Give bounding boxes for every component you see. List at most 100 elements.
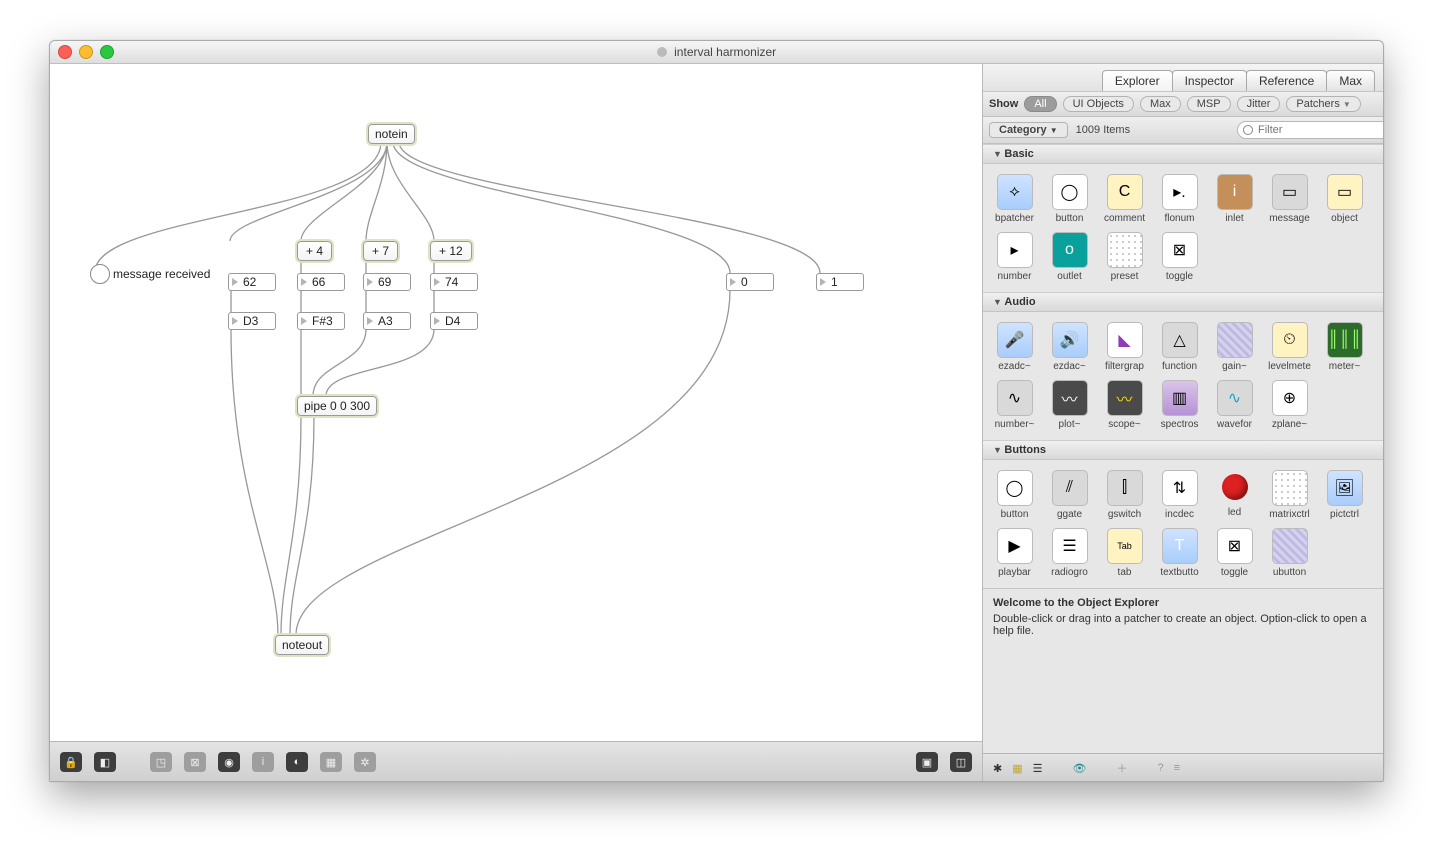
palette-message[interactable]: ▭message [1262, 174, 1317, 224]
palette-ubutton[interactable]: ubutton [1262, 528, 1317, 578]
palette-incdec[interactable]: ⇅incdec [1152, 470, 1207, 520]
palette-inlet[interactable]: iinlet [1207, 174, 1262, 224]
newview-icon[interactable]: ◧ [94, 752, 116, 772]
object-pipe[interactable]: pipe 0 0 300 [297, 396, 377, 416]
numbox-plus4[interactable]: 66 [297, 273, 345, 291]
palette-comment[interactable]: Ccomment [1097, 174, 1152, 224]
palette-numbertilde[interactable]: ∿number~ [987, 380, 1042, 430]
palette-outlet[interactable]: ooutlet [1042, 232, 1097, 282]
palette-ggate[interactable]: ⫽ggate [1042, 470, 1097, 520]
object-noteout[interactable]: noteout [275, 635, 329, 655]
menu-icon[interactable]: ≡ [1174, 762, 1180, 774]
grid-view-icon[interactable]: ▦ [1012, 762, 1022, 775]
palette-toggle2[interactable]: ⊠toggle [1207, 528, 1262, 578]
section-basic-header[interactable]: Basic [983, 144, 1383, 164]
palette-preset[interactable]: preset [1097, 232, 1152, 282]
inspector-toggle-icon[interactable]: ◉ [218, 752, 240, 772]
tab-explorer[interactable]: Explorer [1102, 70, 1173, 91]
object-notein[interactable]: notein [368, 124, 415, 144]
palette-button[interactable]: ◯button [1042, 174, 1097, 224]
gear-icon[interactable]: ✱ [993, 762, 1002, 775]
palette-plot[interactable]: 〰plot~ [1042, 380, 1097, 430]
levelmeter-icon: ⏲ [1272, 322, 1308, 358]
presentation-icon[interactable]: ◳ [150, 752, 172, 772]
palette-toggle[interactable]: ⊠toggle [1152, 232, 1207, 282]
palette-object[interactable]: ▭object [1317, 174, 1372, 224]
tab-max[interactable]: Max [1326, 70, 1375, 91]
palette-zplane[interactable]: ⊕zplane~ [1262, 380, 1317, 430]
palette-playbar[interactable]: ▶playbar [987, 528, 1042, 578]
palette-gswitch[interactable]: ⫿gswitch [1097, 470, 1152, 520]
window-titlebar[interactable]: interval harmonizer [50, 41, 1383, 64]
view-single-icon[interactable]: ▣ [916, 752, 938, 772]
numbox-plus7[interactable]: 69 [363, 273, 411, 291]
traffic-lights [58, 45, 114, 59]
plus-icon[interactable]: ＋ [1116, 760, 1127, 776]
palette-flonum[interactable]: ▸.flonum [1152, 174, 1207, 224]
palette-textbutton[interactable]: Ttextbutto [1152, 528, 1207, 578]
patcher-canvas[interactable]: notein + 4 + 7 + 12 message received 62 … [50, 64, 982, 742]
show-patchers[interactable]: Patchers [1286, 96, 1360, 112]
numbox-velocity[interactable]: 0 [726, 273, 774, 291]
section-buttons-header[interactable]: Buttons [983, 440, 1383, 460]
close-icon[interactable] [58, 45, 72, 59]
show-ui-objects[interactable]: UI Objects [1063, 96, 1134, 112]
palette-ezadc[interactable]: 🎤ezadc~ [987, 322, 1042, 372]
numbox-value: 66 [312, 275, 325, 289]
calendar-icon[interactable]: ▦ [320, 752, 342, 772]
object-plus12[interactable]: + 12 [430, 241, 472, 261]
zoom-icon[interactable] [100, 45, 114, 59]
lock-icon[interactable]: 🔒 [60, 752, 82, 772]
eye-icon[interactable]: 👁 [1073, 762, 1087, 775]
palette-ezdac[interactable]: 🔊ezdac~ [1042, 322, 1097, 372]
object-plus7[interactable]: + 7 [363, 241, 398, 261]
info-icon[interactable]: i [252, 752, 274, 772]
notedisplay-root[interactable]: D3 [228, 312, 276, 330]
toggle-icon: ⊠ [1217, 528, 1253, 564]
numbox-channel[interactable]: 1 [816, 273, 864, 291]
palette-filtergraph[interactable]: ◣filtergrap [1097, 322, 1152, 372]
palette-function[interactable]: △function [1152, 322, 1207, 372]
show-msp[interactable]: MSP [1187, 96, 1231, 112]
show-max[interactable]: Max [1140, 96, 1181, 112]
numbox-plus12[interactable]: 74 [430, 273, 478, 291]
list-view-icon[interactable]: ☰ [1033, 762, 1043, 775]
palette-scope[interactable]: 〰scope~ [1097, 380, 1152, 430]
notedisplay-plus7[interactable]: A3 [363, 312, 411, 330]
bang-button[interactable] [90, 264, 110, 284]
minimize-icon[interactable] [79, 45, 93, 59]
palette-button2[interactable]: ◯button [987, 470, 1042, 520]
palette-led[interactable]: led [1207, 470, 1262, 520]
view-split-icon[interactable]: ◫ [950, 752, 972, 772]
grid-snap-icon[interactable]: ⊠ [184, 752, 206, 772]
palette-gain[interactable]: gain~ [1207, 322, 1262, 372]
palette-matrixctrl[interactable]: matrixctrl [1262, 470, 1317, 520]
show-jitter[interactable]: Jitter [1237, 96, 1281, 112]
plot-icon: 〰 [1052, 380, 1088, 416]
palette-spectroscope[interactable]: ▥spectros [1152, 380, 1207, 430]
debug-icon[interactable]: ✲ [354, 752, 376, 772]
dsp-icon[interactable]: ◐ [286, 752, 308, 772]
speaker-icon: 🔊 [1052, 322, 1088, 358]
show-all[interactable]: All [1024, 96, 1056, 112]
tab-inspector[interactable]: Inspector [1172, 70, 1247, 91]
numbox-root[interactable]: 62 [228, 273, 276, 291]
notedisplay-plus4[interactable]: F#3 [297, 312, 345, 330]
category-dropdown[interactable]: Category ▼ [989, 122, 1068, 138]
palette-radiogroup[interactable]: ☰radiogro [1042, 528, 1097, 578]
notedisplay-plus12[interactable]: D4 [430, 312, 478, 330]
palette-pictctrl[interactable]: 🖼pictctrl [1317, 470, 1372, 520]
section-audio-header[interactable]: Audio [983, 292, 1383, 312]
search-input[interactable] [1237, 121, 1384, 139]
tab-reference[interactable]: Reference [1246, 70, 1327, 91]
palette-tab[interactable]: Tabtab [1097, 528, 1152, 578]
palette-label: pictctrl [1319, 509, 1371, 520]
palette-label: tab [1099, 567, 1151, 578]
palette-meter[interactable]: ║║║meter~ [1317, 322, 1372, 372]
palette-number[interactable]: ▸number [987, 232, 1042, 282]
palette-levelmeter[interactable]: ⏲levelmete [1262, 322, 1317, 372]
palette-waveform[interactable]: ∿wavefor [1207, 380, 1262, 430]
object-plus4[interactable]: + 4 [297, 241, 332, 261]
palette-bpatcher[interactable]: ⟡bpatcher [987, 174, 1042, 224]
help-icon[interactable]: ? [1157, 762, 1163, 774]
